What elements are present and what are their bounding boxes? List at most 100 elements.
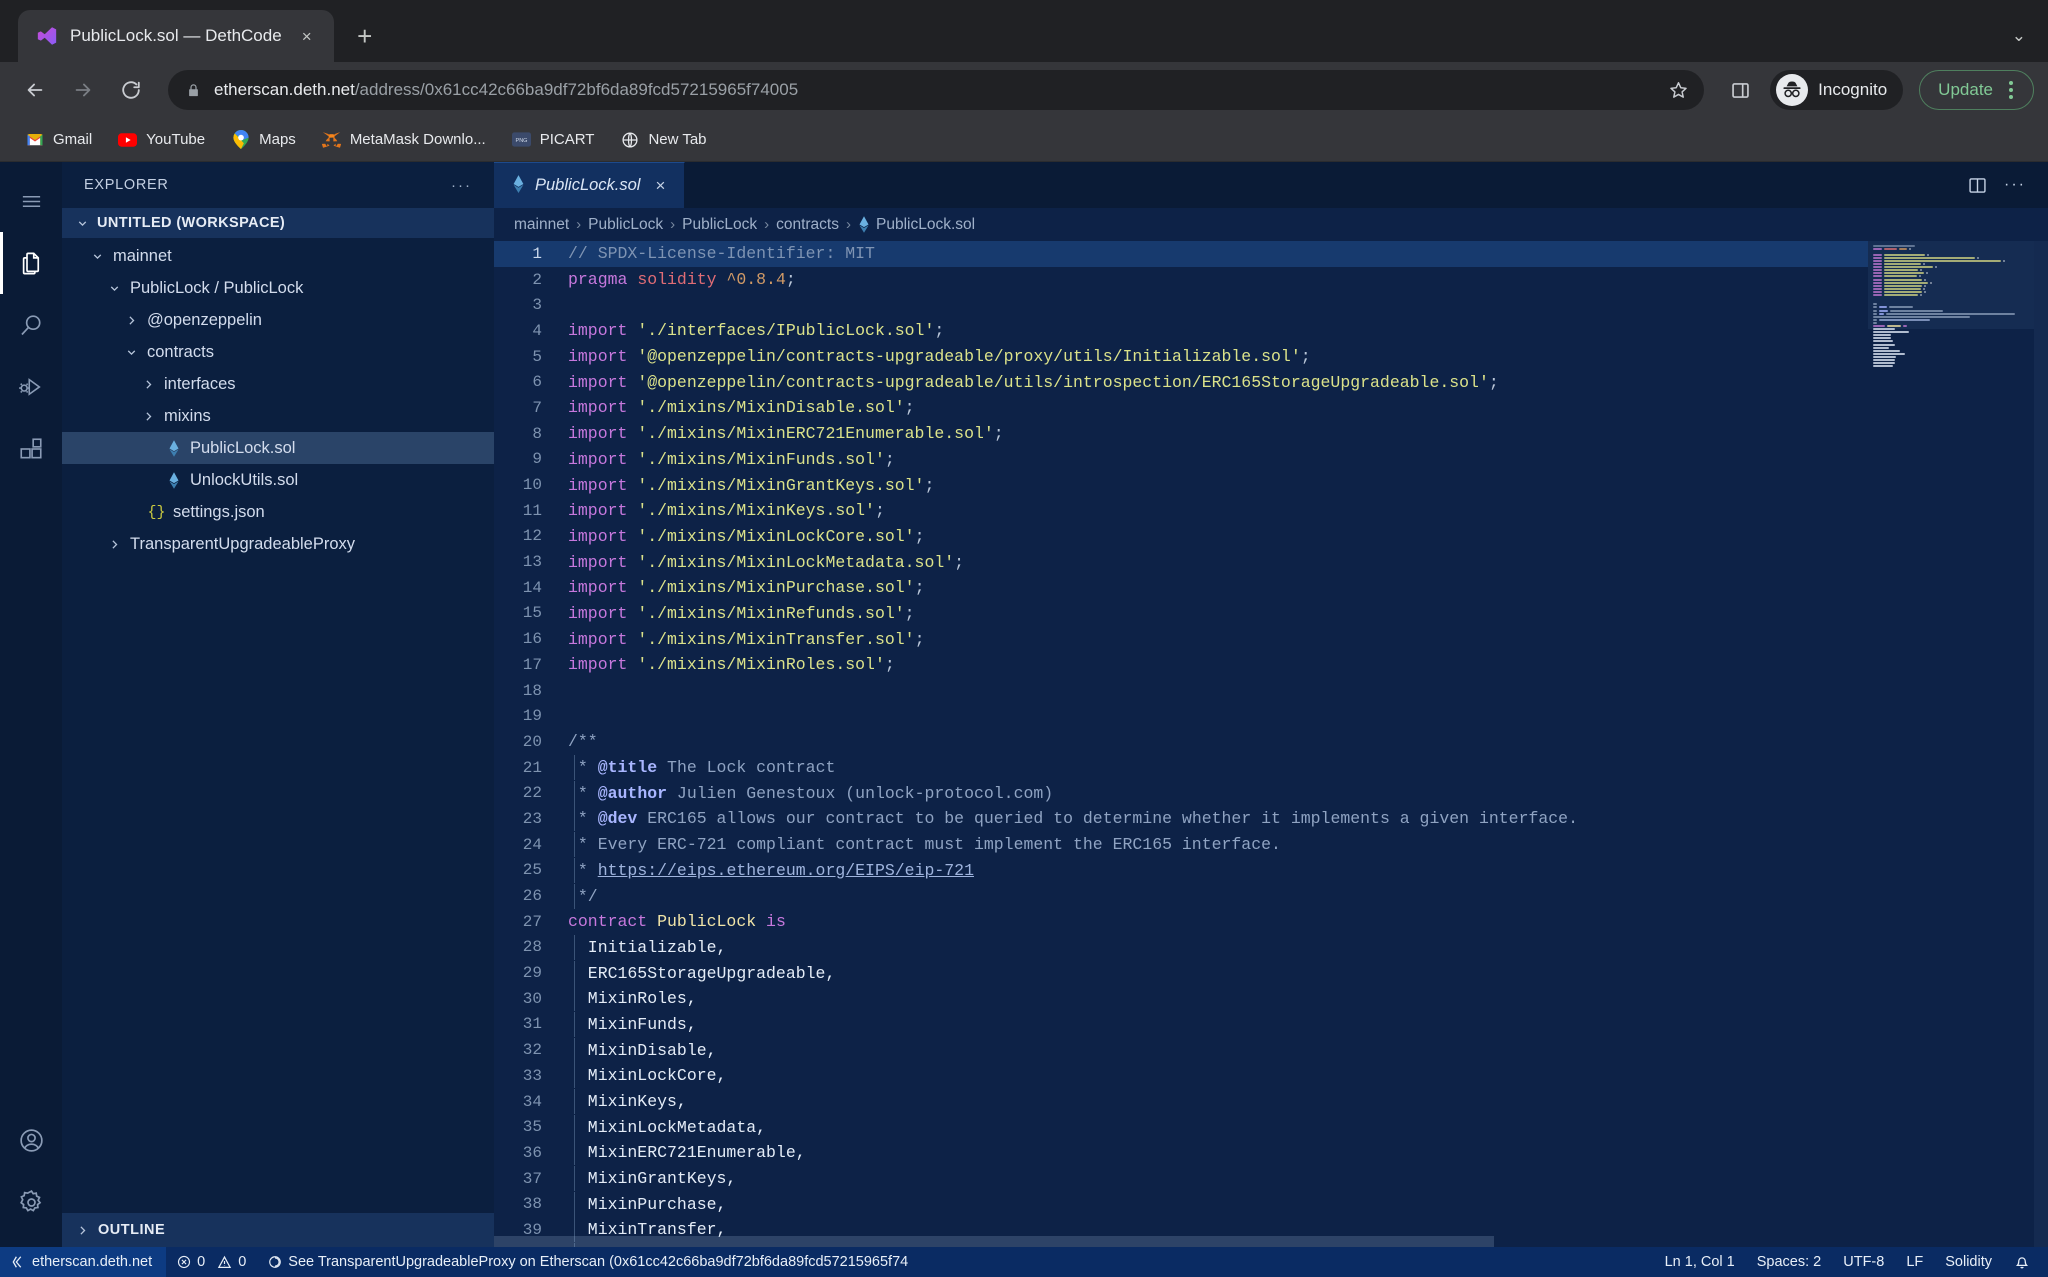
status-problems[interactable]: 0 0 bbox=[166, 1247, 257, 1277]
code-line[interactable]: 33 MixinLockCore, bbox=[494, 1063, 1868, 1089]
split-editor-icon[interactable] bbox=[1967, 175, 1988, 196]
bookmark-picart[interactable]: PNG PICART bbox=[501, 125, 606, 154]
workspace-row[interactable]: UNTITLED (WORKSPACE) bbox=[62, 208, 494, 238]
incognito-indicator[interactable]: Incognito bbox=[1770, 70, 1904, 110]
chevron-down-icon[interactable] bbox=[123, 346, 140, 359]
code-line[interactable]: 17 import './mixins/MixinRoles.sol'; bbox=[494, 652, 1868, 678]
code-line[interactable]: 19 bbox=[494, 703, 1868, 729]
code-line[interactable]: 38 MixinPurchase, bbox=[494, 1191, 1868, 1217]
chevron-down-icon[interactable] bbox=[106, 282, 123, 295]
settings-gear-icon[interactable] bbox=[0, 1171, 62, 1233]
chevron-right-icon[interactable] bbox=[74, 1224, 91, 1237]
code-line[interactable]: 24 * Every ERC-721 compliant contract mu… bbox=[494, 832, 1868, 858]
minimap-viewport[interactable] bbox=[1868, 241, 2034, 329]
breadcrumb-item[interactable]: mainnet bbox=[514, 216, 569, 234]
breadcrumb-item[interactable]: PublicLock.sol bbox=[858, 216, 975, 234]
status-eol[interactable]: LF bbox=[1895, 1247, 1934, 1277]
code-line[interactable]: 35 MixinLockMetadata, bbox=[494, 1114, 1868, 1140]
code-line[interactable]: 31 MixinFunds, bbox=[494, 1011, 1868, 1038]
tree-item-interfaces[interactable]: interfaces bbox=[62, 368, 494, 400]
code-line[interactable]: 21 * @title The Lock contract bbox=[494, 755, 1868, 781]
chevron-right-icon[interactable] bbox=[123, 314, 140, 327]
account-icon[interactable] bbox=[0, 1109, 62, 1171]
tree-item-publiclock-sol[interactable]: PublicLock.sol bbox=[62, 432, 494, 464]
code-line[interactable]: 37 MixinGrantKeys, bbox=[494, 1166, 1868, 1192]
explorer-more-actions-icon[interactable]: ··· bbox=[451, 177, 472, 194]
extensions-icon[interactable] bbox=[0, 418, 62, 480]
chevron-right-icon[interactable] bbox=[106, 538, 123, 551]
chevron-right-icon[interactable] bbox=[140, 410, 157, 423]
tree-item-contracts[interactable]: contracts bbox=[62, 336, 494, 368]
tree-item-mixins[interactable]: mixins bbox=[62, 400, 494, 432]
horizontal-scrollbar[interactable] bbox=[494, 1236, 1868, 1247]
code-line[interactable]: 36 MixinERC721Enumerable, bbox=[494, 1140, 1868, 1166]
menu-icon[interactable] bbox=[0, 170, 62, 232]
browser-tab[interactable]: PublicLock.sol — DethCode × bbox=[18, 10, 334, 62]
bookmark-metamask[interactable]: MetaMask Downlo... bbox=[311, 125, 497, 154]
code-line[interactable]: 15 import './mixins/MixinRefunds.sol'; bbox=[494, 601, 1868, 627]
bookmark-youtube[interactable]: YouTube bbox=[107, 125, 216, 154]
close-icon[interactable]: × bbox=[650, 177, 670, 194]
code-line[interactable]: 29 ERC165StorageUpgradeable, bbox=[494, 960, 1868, 986]
tree-item-settings-json[interactable]: {} settings.json bbox=[62, 496, 494, 528]
kebab-menu-icon[interactable] bbox=[1997, 76, 2025, 104]
minimap[interactable] bbox=[1868, 241, 2048, 1247]
status-remote-host[interactable]: etherscan.deth.net bbox=[0, 1247, 167, 1277]
editor-tab-publiclock[interactable]: PublicLock.sol × bbox=[494, 162, 686, 208]
back-arrow-icon[interactable] bbox=[14, 69, 56, 111]
status-language-mode[interactable]: Solidity bbox=[1934, 1247, 2003, 1277]
search-icon[interactable] bbox=[0, 294, 62, 356]
tree-item-transparentupgradeableproxy[interactable]: TransparentUpgradeableProxy bbox=[62, 528, 494, 560]
tree-item-mainnet[interactable]: mainnet bbox=[62, 240, 494, 272]
chevron-down-icon[interactable]: ⌄ bbox=[2012, 26, 2026, 46]
code-line[interactable]: 6 import '@openzeppelin/contracts-upgrade… bbox=[494, 369, 1868, 395]
chevron-right-icon[interactable] bbox=[140, 378, 157, 391]
status-encoding[interactable]: UTF-8 bbox=[1832, 1247, 1895, 1277]
status-cursor-position[interactable]: Ln 1, Col 1 bbox=[1654, 1247, 1746, 1277]
code-lines[interactable]: 1 // SPDX-License-Identifier: MIT 2 pragma … bbox=[494, 241, 1868, 1247]
tree-item-publiclock-publiclock[interactable]: PublicLock / PublicLock bbox=[62, 272, 494, 304]
reload-icon[interactable] bbox=[110, 69, 152, 111]
star-icon[interactable] bbox=[1668, 80, 1690, 101]
editor-more-actions-icon[interactable]: ··· bbox=[2004, 176, 2026, 194]
side-panel-icon[interactable] bbox=[1720, 70, 1760, 110]
breadcrumb-item[interactable]: contracts bbox=[776, 216, 839, 234]
code-line[interactable]: 3 bbox=[494, 292, 1868, 318]
code-line[interactable]: 2 pragma solidity ^0.8.4; bbox=[494, 267, 1868, 293]
bell-icon[interactable] bbox=[2003, 1247, 2048, 1277]
code-line[interactable]: 25 * https://eips.ethereum.org/EIPS/eip-… bbox=[494, 857, 1868, 884]
code-line[interactable]: 8 import './mixins/MixinERC721Enumerable.… bbox=[494, 421, 1868, 447]
code-line[interactable]: 16 import './mixins/MixinTransfer.sol'; bbox=[494, 626, 1868, 652]
code-line[interactable]: 10 import './mixins/MixinGrantKeys.sol'; bbox=[494, 472, 1868, 498]
status-indentation[interactable]: Spaces: 2 bbox=[1746, 1247, 1833, 1277]
code-line[interactable]: 12 import './mixins/MixinLockCore.sol'; bbox=[494, 524, 1868, 550]
code-line[interactable]: 1 // SPDX-License-Identifier: MIT bbox=[494, 241, 1868, 267]
code-line[interactable]: 26 */ bbox=[494, 883, 1868, 909]
bookmark-new-tab[interactable]: New Tab bbox=[609, 125, 717, 154]
run-debug-icon[interactable] bbox=[0, 356, 62, 418]
forward-arrow-icon[interactable] bbox=[62, 69, 104, 111]
chevron-down-icon[interactable] bbox=[74, 217, 91, 230]
update-button[interactable]: Update bbox=[1919, 70, 2034, 110]
code-line[interactable]: 22 * @author Julien Genestoux (unlock-pr… bbox=[494, 780, 1868, 806]
code-line[interactable]: 18 bbox=[494, 678, 1868, 704]
bookmark-maps[interactable]: Maps bbox=[220, 125, 307, 154]
outline-section[interactable]: OUTLINE bbox=[62, 1213, 494, 1247]
code-line[interactable]: 4 import './interfaces/IPublicLock.sol'; bbox=[494, 318, 1868, 344]
new-tab-button[interactable]: + bbox=[346, 17, 384, 55]
code-line[interactable]: 30 MixinRoles, bbox=[494, 986, 1868, 1012]
horizontal-scrollbar-thumb[interactable] bbox=[494, 1236, 1494, 1247]
code-editor[interactable]: 1 // SPDX-License-Identifier: MIT 2 pragma … bbox=[494, 241, 2048, 1247]
explorer-icon[interactable] bbox=[0, 232, 62, 294]
address-bar[interactable]: etherscan.deth.net/address/0x61cc42c66ba… bbox=[168, 70, 1705, 110]
bookmark-gmail[interactable]: Gmail bbox=[14, 125, 103, 154]
code-line[interactable]: 9 import './mixins/MixinFunds.sol'; bbox=[494, 447, 1868, 473]
code-line[interactable]: 7 import './mixins/MixinDisable.sol'; bbox=[494, 395, 1868, 421]
close-icon[interactable]: × bbox=[294, 23, 320, 49]
code-line[interactable]: 5 import '@openzeppelin/contracts-upgrade… bbox=[494, 344, 1868, 370]
breadcrumb-item[interactable]: PublicLock bbox=[682, 216, 757, 234]
code-line[interactable]: 11 import './mixins/MixinKeys.sol'; bbox=[494, 498, 1868, 524]
code-line[interactable]: 14 import './mixins/MixinPurchase.sol'; bbox=[494, 575, 1868, 601]
chevron-down-icon[interactable] bbox=[89, 250, 106, 263]
code-line[interactable]: 27 contract PublicLock is bbox=[494, 909, 1868, 935]
